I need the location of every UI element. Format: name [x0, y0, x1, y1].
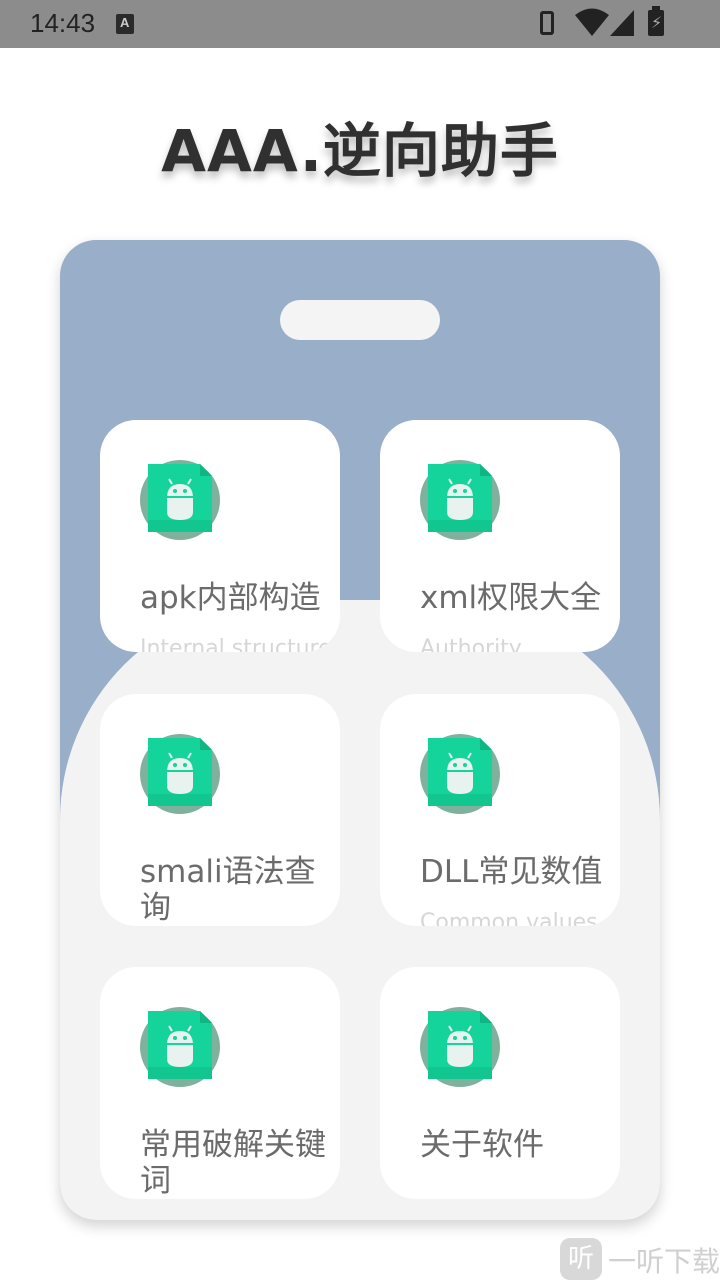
- tile-subtitle: Authority: [420, 636, 522, 652]
- android-file-icon: [420, 460, 500, 540]
- tile-title: apk内部构造: [140, 580, 321, 616]
- android-file-icon: [140, 734, 220, 814]
- tile-title: xml权限大全: [420, 580, 602, 616]
- watermark-text: 一听下载: [608, 1245, 720, 1278]
- tile-subtitle: Common values: [420, 910, 598, 926]
- tile-about-software[interactable]: 关于软件: [380, 967, 620, 1199]
- phone-icon: [540, 11, 554, 35]
- status-time: 14:43: [30, 8, 96, 38]
- tile-apk-structure[interactable]: apk内部构造 Internal structure: [100, 420, 340, 652]
- android-file-icon: [420, 1007, 500, 1087]
- android-file-icon: [140, 460, 220, 540]
- tile-title: smali语法查询: [140, 854, 316, 926]
- panel-handle: [280, 300, 440, 340]
- wifi-icon: [575, 8, 609, 36]
- menu-card-panel: apk内部构造 Internal structure xml权限大全 Autho…: [60, 240, 660, 1220]
- watermark: 听 一听下载: [560, 1238, 720, 1280]
- battery-charging-icon: ⚡: [648, 6, 664, 36]
- a-badge-label: A: [120, 15, 130, 30]
- status-bar: 14:43 A ⚡: [0, 0, 720, 48]
- page-title: AAA.逆向助手: [161, 117, 559, 185]
- tile-title: 关于软件: [420, 1127, 544, 1163]
- signal-icon: [610, 10, 634, 36]
- tile-dll-values[interactable]: DLL常见数值 Common values: [380, 694, 620, 926]
- tile-smali-syntax[interactable]: smali语法查询: [100, 694, 340, 926]
- tile-title: 常用破解关键词: [140, 1127, 326, 1199]
- accessibility-a-icon: A: [116, 14, 134, 34]
- tile-xml-permissions[interactable]: xml权限大全 Authority: [380, 420, 620, 652]
- watermark-logo-icon: 听: [560, 1238, 602, 1280]
- tile-title: DLL常见数值: [420, 854, 603, 890]
- tile-crack-keywords[interactable]: 常用破解关键词: [100, 967, 340, 1199]
- android-file-icon: [140, 1007, 220, 1087]
- android-file-icon: [420, 734, 500, 814]
- tile-subtitle: Internal structure: [140, 636, 332, 652]
